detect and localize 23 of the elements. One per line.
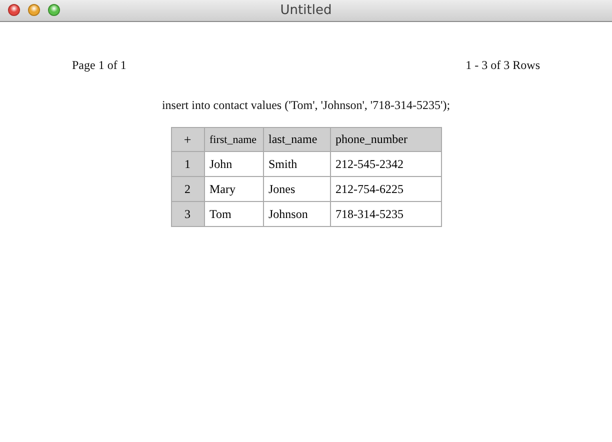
table-cell: Jones	[263, 176, 330, 202]
column-header: first_name	[204, 128, 263, 152]
row-number: 3	[171, 202, 204, 226]
table-cell: John	[204, 152, 263, 176]
table-cell: 718-314-5235	[330, 202, 441, 226]
table-cell: Tom	[204, 202, 263, 226]
table-cell: Johnson	[263, 202, 330, 226]
close-button[interactable]	[8, 4, 20, 16]
sql-statement: insert into contact values ('Tom', 'Johnson', '718-314-5235');	[162, 98, 450, 113]
table-cell: Mary	[204, 176, 263, 202]
minimize-button[interactable]	[28, 4, 40, 16]
row-number: 1	[171, 152, 204, 176]
table-cell: 212-754-6225	[330, 176, 441, 202]
column-header: last_name	[263, 128, 330, 152]
column-header: phone_number	[330, 128, 441, 152]
page-count: Page 1 of 1	[72, 58, 126, 73]
table-cell: Smith	[263, 152, 330, 176]
row-number: 2	[171, 176, 204, 202]
table-cell: 212-545-2342	[330, 152, 441, 176]
zoom-button[interactable]	[48, 4, 60, 16]
window-title: Untitled	[280, 3, 332, 18]
row-count: 1 - 3 of 3 Rows	[466, 58, 540, 73]
add-row-button[interactable]: +	[171, 128, 204, 152]
